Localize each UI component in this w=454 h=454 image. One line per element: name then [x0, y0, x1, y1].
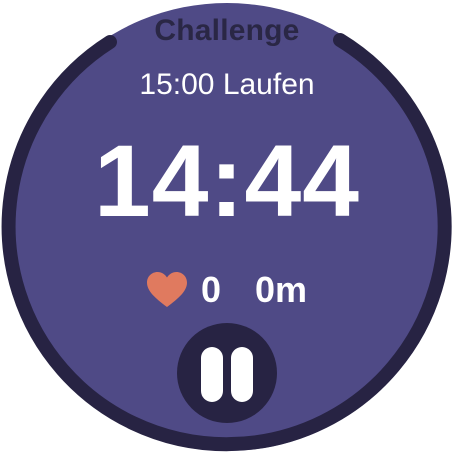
- pause-button[interactable]: [177, 323, 277, 423]
- elapsed-timer: 14:44: [94, 124, 360, 238]
- challenge-title: Challenge: [154, 14, 300, 47]
- stats-row: 0 0m: [0, 266, 454, 314]
- watch-screen: Challenge 15:00 Laufen 14:44 0 0m: [0, 0, 454, 454]
- workout-name: 15:00 Laufen: [139, 68, 315, 101]
- heart-icon: [146, 272, 187, 307]
- heart-rate-value: 0: [200, 269, 221, 310]
- distance-value: 0m: [255, 269, 308, 310]
- pause-icon-bar: [231, 347, 253, 402]
- pause-icon: [201, 347, 223, 402]
